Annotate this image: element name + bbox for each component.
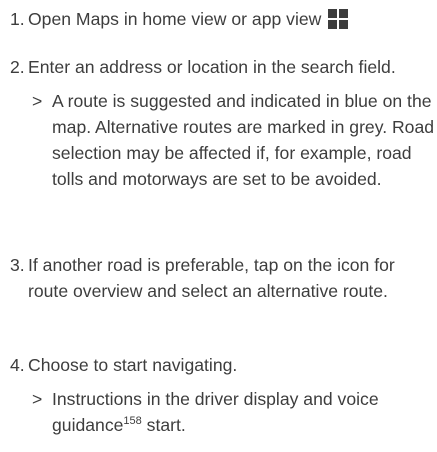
- instruction-page: 1. Open Maps in home view or app view 2.…: [0, 0, 437, 452]
- step-result: > A route is suggested and indicated in …: [32, 88, 435, 192]
- footnote-reference[interactable]: 158: [123, 415, 141, 427]
- step-1: 1. Open Maps in home view or app view: [10, 6, 435, 32]
- result-marker: >: [32, 91, 43, 111]
- step-2: 2. Enter an address or location in the s…: [10, 54, 435, 192]
- result-marker: >: [32, 389, 43, 409]
- result-text: A route is suggested and indicated in bl…: [52, 91, 435, 189]
- app-grid-icon: [327, 8, 349, 30]
- step-number: 1.: [10, 9, 25, 29]
- step-3: 3. If another road is preferable, tap on…: [10, 252, 435, 304]
- step-4: 4. Choose to start navigating. > Instruc…: [10, 352, 435, 438]
- step-text: Open Maps in home view or app view: [28, 6, 435, 32]
- step-text: Enter an address or location in the sear…: [28, 57, 396, 77]
- result-text-end: start.: [141, 415, 186, 435]
- step-number: 4.: [10, 355, 25, 375]
- step-number: 3.: [10, 255, 25, 275]
- step-result: > Instructions in the driver display and…: [32, 386, 435, 438]
- step-text: If another road is preferable, tap on th…: [28, 255, 395, 301]
- step-text: Choose to start navigating.: [28, 355, 238, 375]
- result-text-main: Instructions in the driver display and v…: [52, 389, 379, 435]
- step-text-label: Open Maps in home view or app view: [28, 9, 322, 29]
- step-number: 2.: [10, 57, 25, 77]
- result-text: Instructions in the driver display and v…: [52, 386, 435, 438]
